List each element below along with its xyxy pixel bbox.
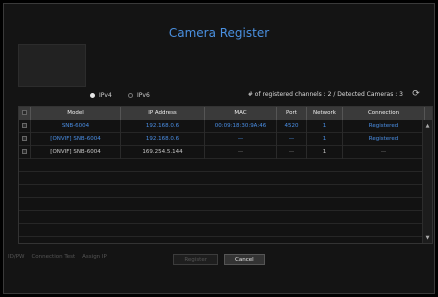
table-row[interactable]: SNB-6004 192.168.0.6 00:09:18:30:9A:46 4… [19,120,432,133]
row-select[interactable] [19,146,31,159]
scroll-down-icon[interactable]: ▼ [423,234,432,242]
row-network: 1 [307,133,343,146]
header-connection[interactable]: Connection [343,107,425,120]
row-ip: 169.254.5.144 [121,146,205,159]
row-connection: Registered [343,133,425,146]
ipv6-label: IPv6 [137,92,150,99]
camera-preview [18,44,86,87]
header-model[interactable]: Model [31,107,121,120]
empty-row [19,159,432,172]
empty-row [19,224,432,237]
row-model: SNB-6004 [31,120,121,133]
row-ip: 192.168.0.6 [121,133,205,146]
row-model: [ONVIF] SNB-6004 [31,146,121,159]
empty-row [19,211,432,224]
ipv6-option[interactable]: IPv6 [128,92,150,99]
header-ip[interactable]: IP Address [121,107,205,120]
row-ip: 192.168.0.6 [121,120,205,133]
row-network: 1 [307,146,343,159]
row-checkbox[interactable] [22,123,27,128]
refresh-icon[interactable]: ⟳ [410,88,422,100]
empty-row [19,172,432,185]
select-all-checkbox[interactable] [22,110,27,115]
header-port[interactable]: Port [277,107,307,120]
camera-table: Model IP Address MAC Port Network Connec… [18,106,433,244]
row-checkbox[interactable] [22,136,27,141]
cancel-button[interactable]: Cancel [224,254,265,265]
table-header: Model IP Address MAC Port Network Connec… [19,107,432,120]
register-button[interactable]: Register [173,254,218,265]
header-network[interactable]: Network [307,107,343,120]
row-checkbox[interactable] [22,149,27,154]
scroll-up-icon[interactable]: ▲ [423,122,432,130]
header-mac[interactable]: MAC [205,107,277,120]
row-model: [ONVIF] SNB-6004 [31,133,121,146]
row-mac: — [205,146,277,159]
row-select[interactable] [19,120,31,133]
registered-count: # of registered channels : 2 / Detected … [247,91,403,98]
row-select[interactable] [19,133,31,146]
row-mac: — [205,133,277,146]
ipv6-radio[interactable] [128,93,133,98]
table-row[interactable]: [ONVIF] SNB-6004 169.254.5.144 — — 1 — [19,146,432,159]
camera-register-dialog: Camera Register IPv4 IPv6 # of registere… [3,3,435,294]
row-connection: Registered [343,120,425,133]
row-port: — [277,146,307,159]
row-network: 1 [307,120,343,133]
table-row[interactable]: [ONVIF] SNB-6004 192.168.0.6 — — 1 Regis… [19,133,432,146]
row-port: — [277,133,307,146]
select-all-cell[interactable] [19,107,31,120]
table-scrollbar[interactable]: ▲ ▼ [422,120,432,243]
row-connection: — [343,146,425,159]
row-mac: 00:09:18:30:9A:46 [205,120,277,133]
row-port: 4520 [277,120,307,133]
ipv4-label: IPv4 [99,92,112,99]
ipv4-radio[interactable] [90,93,95,98]
dialog-title: Camera Register [168,26,270,40]
empty-row [19,185,432,198]
empty-row [19,198,432,211]
dialog-buttons: Register Cancel [4,254,434,265]
ipv4-option[interactable]: IPv4 [90,92,112,99]
